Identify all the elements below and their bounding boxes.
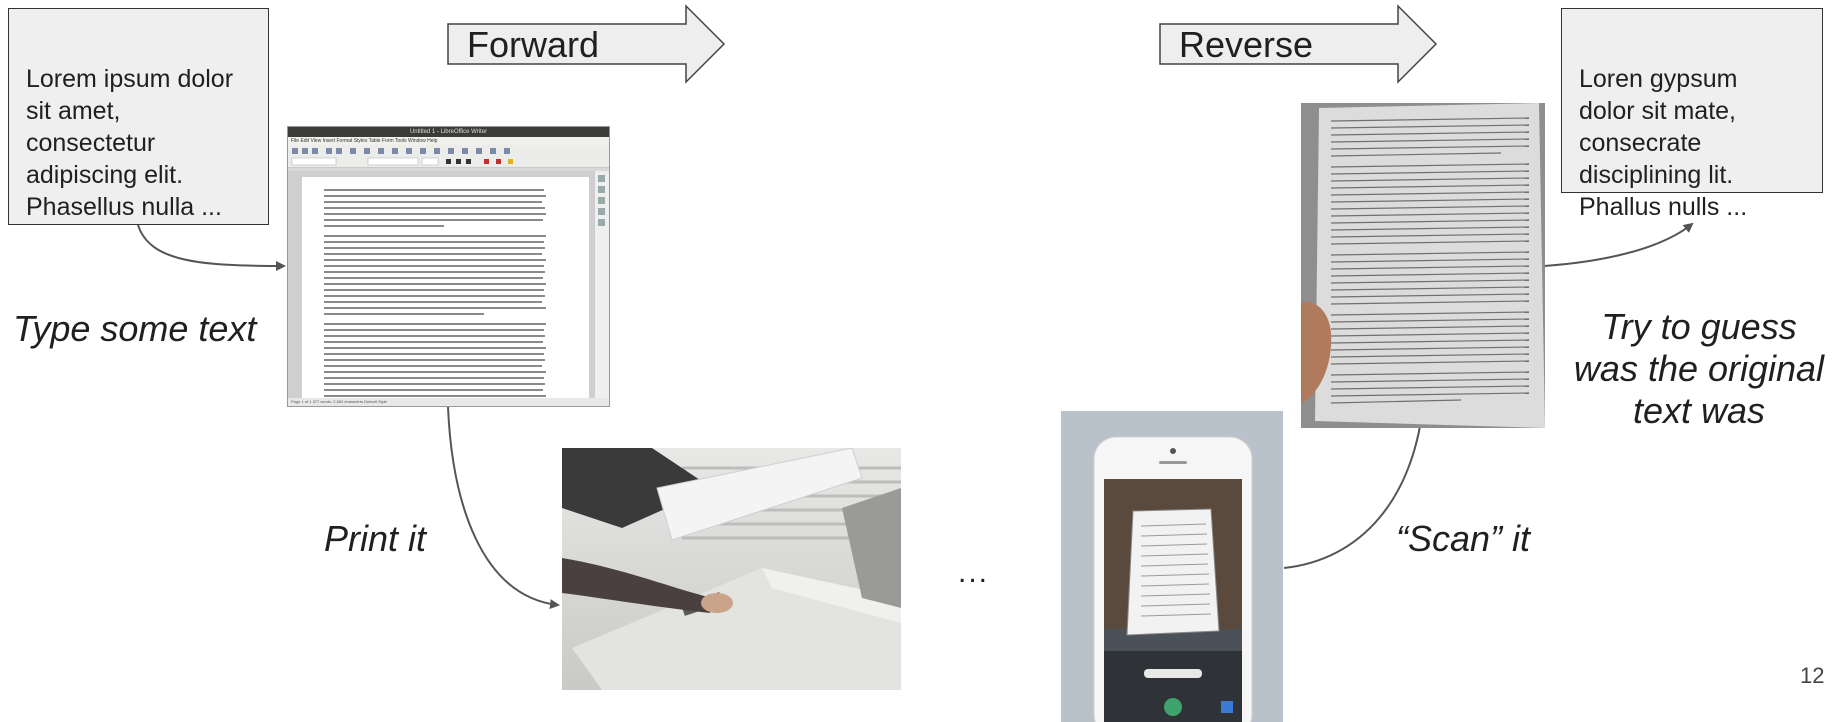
ellipsis: ... [958, 556, 990, 589]
writer-menubar: File Edit View Insert Format Styles Tabl… [288, 137, 609, 145]
type-connector [137, 224, 286, 271]
writer-toolbar [288, 145, 609, 168]
diagram-connectors [137, 4, 1694, 610]
printer-illustration [562, 448, 901, 690]
guess-connector [1543, 222, 1694, 267]
phone-illustration [1061, 411, 1283, 722]
page-number: 12 [1800, 663, 1825, 688]
reverse-label: Reverse [1179, 24, 1314, 65]
writer-statusbar: Page 1 of 1 377 words, 2,650 characters … [288, 398, 609, 406]
writer-document-area [288, 171, 595, 398]
writer-toolbar-icons [291, 148, 513, 166]
scanned-page-photo [1301, 103, 1545, 428]
caption-guess-text: Try to guess was the original text was [1573, 306, 1825, 431]
caption-type-text: Type some text [13, 308, 257, 349]
writer-screenshot: Untitled 1 - LibreOffice Writer File Edi… [287, 126, 610, 407]
caption-guess: Try to guess was the original text was [1565, 264, 1833, 432]
writer-page [302, 177, 589, 398]
scanned-page-illustration [1301, 103, 1545, 428]
caption-print-it: Print it [324, 518, 427, 559]
writer-sidebar [594, 171, 609, 398]
printer-photo [562, 448, 901, 690]
forward-label: Forward [467, 24, 600, 65]
caption-scan-it: “Scan” it [1396, 518, 1531, 559]
phone-photo [1061, 411, 1283, 722]
writer-titlebar: Untitled 1 - LibreOffice Writer [288, 127, 609, 137]
print-connector [447, 406, 560, 610]
